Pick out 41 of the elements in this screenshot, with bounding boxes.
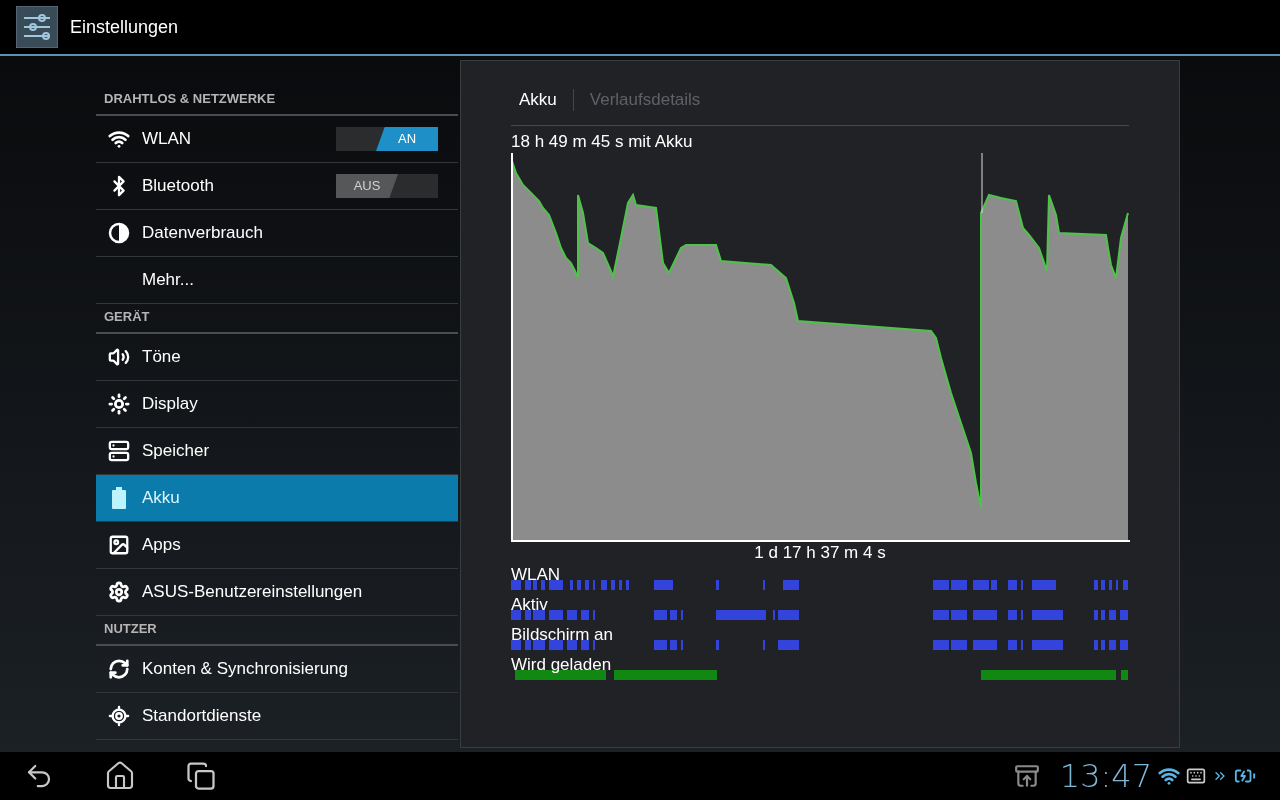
settings-item[interactable]: Standortdienste [96,693,458,740]
toggle-switch[interactable]: AN [336,127,438,151]
section-header: DRAHTLOS & NETZWERKE [103,89,276,108]
brightness-icon [108,393,130,415]
duration-label: 1 d 17 h 37 m 4 s [754,541,886,564]
timeline-label: Bildschirm an [511,624,614,645]
settings-item[interactable]: Akku [96,475,458,522]
settings-item[interactable]: Datenverbrauch [96,210,458,257]
section-header: GERÄT [103,307,150,326]
tab[interactable]: Akku [511,87,565,113]
speaker-icon [108,346,130,368]
sliders-icon[interactable] [16,6,58,48]
settings-item[interactable]: ASUS-Benutzereinstellungen [96,569,458,616]
wifi-signal-icon [1158,765,1180,787]
location-icon [108,705,130,727]
clock: 13:47 [1059,759,1152,793]
chart-title: 18 h 49 m 45 s mit Akku [511,131,694,152]
half-circle-icon [108,222,130,244]
settings-item[interactable]: Mehr... [96,257,458,304]
sync-icon [108,658,130,680]
toggle-switch[interactable]: AUS [336,174,438,198]
keyboard-icon [1186,766,1206,786]
battery-icon [112,487,126,509]
settings-item[interactable]: Display [96,381,458,428]
settings-item[interactable]: WLAN AN [96,116,458,163]
settings-item[interactable]: Konten & Synchronisierung [96,646,458,693]
timeline-label: Wird geladen [511,654,612,675]
wifi-icon [108,128,130,150]
timeline-label: Aktiv [511,594,548,615]
recent-apps-icon[interactable] [186,761,216,791]
picture-icon [108,534,130,556]
download-tray-icon[interactable] [1013,763,1040,789]
settings-item[interactable]: Bluetooth AUS [96,163,458,210]
section-header: NUTZER [103,619,157,638]
settings-item[interactable]: Töne [96,334,458,381]
gear-icon [108,581,130,603]
settings-item[interactable]: Apps [96,522,458,569]
app-title: Einstellungen [70,15,179,39]
timeline-label: WLAN [511,564,561,585]
storage-icon [108,440,130,462]
home-icon[interactable] [104,760,136,792]
